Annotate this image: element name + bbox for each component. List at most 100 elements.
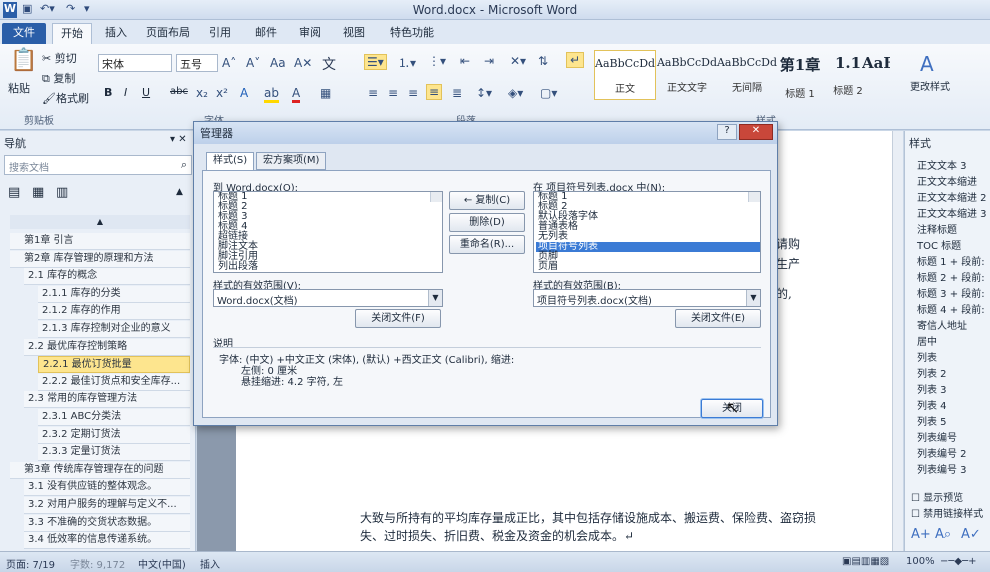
- multilevel-icon[interactable]: ⋮▾: [428, 54, 446, 68]
- distribute-icon[interactable]: ≣: [452, 86, 462, 100]
- style-list-item[interactable]: 正文文本缩进 3: [917, 205, 987, 220]
- border-icon[interactable]: ▢▾: [540, 86, 557, 100]
- font-size-box[interactable]: 五号: [176, 54, 218, 72]
- style-list-item[interactable]: 标题 2 + 段前:: [917, 269, 985, 284]
- style-list-item[interactable]: 列表编号 2: [917, 445, 967, 460]
- show-marks-icon[interactable]: ↵: [566, 52, 585, 68]
- style-list-item[interactable]: 列表编号 3: [917, 461, 967, 476]
- right-style-item[interactable]: 普通表格: [536, 222, 760, 232]
- nav-heading-item[interactable]: 第3章 传统库存管理存在的问题: [10, 461, 190, 479]
- results-view-icon[interactable]: ▥: [56, 185, 68, 200]
- style-list-item[interactable]: 正文文本缩进: [917, 173, 977, 188]
- italic-button[interactable]: I: [124, 86, 127, 99]
- style-list-item[interactable]: 列表编号: [917, 429, 957, 444]
- tab-features[interactable]: 特色功能: [384, 23, 440, 44]
- tab-view[interactable]: 视图: [338, 23, 370, 44]
- justify-icon[interactable]: ≡: [426, 84, 443, 100]
- rename-button[interactable]: 重命名(R)...: [449, 235, 525, 254]
- doc-vertical-scrollbar[interactable]: [892, 131, 903, 551]
- style-list-item[interactable]: 正文文本 3: [917, 157, 967, 172]
- highlight-icon[interactable]: ab: [264, 86, 279, 103]
- left-style-item[interactable]: 标题 1: [216, 192, 442, 202]
- tab-references[interactable]: 引用: [204, 23, 236, 44]
- style-body-text[interactable]: AaBbCcDd 正文文字: [656, 50, 718, 100]
- cut-button[interactable]: ✂ 剪切: [42, 50, 77, 66]
- style-list-item[interactable]: 标题 1 + 段前:: [917, 253, 985, 268]
- style-list-item[interactable]: 寄信人地址: [917, 317, 967, 332]
- zoom-slider[interactable]: −─◆─+: [940, 556, 977, 567]
- tab-insert[interactable]: 插入: [100, 23, 132, 44]
- nav-heading-item[interactable]: 2.1.3 库存控制对企业的意义: [38, 321, 190, 338]
- chinese-layout-icon[interactable]: ✕▾: [510, 54, 526, 68]
- subscript-icon[interactable]: x₂: [196, 86, 208, 100]
- align-right-icon[interactable]: ≡: [408, 86, 418, 100]
- nav-heading-item[interactable]: 3.3 不准确的交货状态数据。: [24, 514, 190, 532]
- bullets-icon[interactable]: ☰▾: [364, 54, 387, 70]
- style-inspector-icon[interactable]: A⌕: [935, 527, 951, 542]
- align-center-icon[interactable]: ≡: [388, 86, 398, 100]
- delete-button[interactable]: 删除(D): [449, 213, 525, 232]
- nav-heading-item[interactable]: 2.2.2 最佳订货点和安全库存...: [38, 373, 190, 391]
- paste-button[interactable]: 粘贴: [8, 80, 30, 96]
- pages-view-icon[interactable]: ▦: [32, 185, 44, 200]
- nav-heading-item[interactable]: 第1章 引言: [10, 233, 190, 250]
- numbering-icon[interactable]: ⒈▾: [398, 54, 416, 71]
- nav-close-icon[interactable]: ▾ ✕: [170, 134, 187, 145]
- new-style-icon[interactable]: A+: [911, 527, 931, 542]
- align-left-icon[interactable]: ≡: [368, 86, 378, 100]
- right-list-scrollbar[interactable]: [748, 192, 760, 202]
- style-list-item[interactable]: 列表: [917, 349, 937, 364]
- underline-button[interactable]: U: [142, 86, 150, 99]
- left-style-item[interactable]: 列出段落: [216, 262, 442, 272]
- nav-heading-item[interactable]: 2.3.3 定量订货法: [38, 444, 190, 462]
- left-scope-select[interactable]: Word.docx(文档) ▼: [213, 289, 443, 307]
- strike-button[interactable]: abc: [170, 86, 188, 97]
- increase-indent-icon[interactable]: ⇥: [484, 54, 494, 68]
- left-style-item[interactable]: 标题 3: [216, 212, 442, 222]
- status-words[interactable]: 字数: 9,172: [70, 556, 125, 571]
- right-style-item[interactable]: 页眉: [536, 262, 760, 272]
- nav-heading-item[interactable]: 3.2 对用户服务的理解与定义不...: [24, 497, 190, 514]
- nav-heading-item[interactable]: 2.2.1 最优订货批量: [38, 356, 190, 374]
- style-title[interactable]: AaB: [862, 50, 890, 100]
- style-list-item[interactable]: 标题 3 + 段前:: [917, 285, 985, 300]
- nav-heading-item[interactable]: 2.1.2 库存的作用: [38, 303, 190, 321]
- left-style-list[interactable]: 标题 1 标题 2 标题 3 标题 4 超链接 脚注文本 脚注引用 列出段落: [213, 191, 443, 273]
- change-case-icon[interactable]: Aa: [270, 56, 286, 70]
- status-language[interactable]: 中文(中国): [138, 556, 186, 571]
- copy-button[interactable]: ← 复制(C): [449, 191, 525, 210]
- view-buttons-icon[interactable]: ▣▤▥▦▧: [842, 556, 889, 567]
- decrease-indent-icon[interactable]: ⇤: [460, 54, 470, 68]
- manage-styles-icon[interactable]: A✓: [961, 527, 981, 542]
- right-style-item[interactable]: 标题 1: [536, 192, 760, 202]
- style-list-item[interactable]: 居中: [917, 333, 937, 348]
- tab-mailings[interactable]: 邮件: [250, 23, 282, 44]
- status-insert-mode[interactable]: 插入: [200, 556, 220, 571]
- text-effect-icon[interactable]: A: [240, 86, 248, 100]
- grow-font-icon[interactable]: A˄: [222, 56, 236, 70]
- left-list-scrollbar[interactable]: [430, 192, 442, 202]
- nav-heading-item[interactable]: 2.3 常用的库存管理方法: [24, 391, 190, 409]
- close-file-left-button[interactable]: 关闭文件(F): [355, 309, 441, 328]
- show-preview-checkbox[interactable]: ☐ 显示预览: [911, 489, 963, 504]
- right-scope-select[interactable]: 项目符号列表.docx(文档) ▼: [533, 289, 761, 307]
- style-heading-1[interactable]: 第1章 标题 1: [774, 50, 826, 100]
- style-list-item[interactable]: 标题 4 + 段前:: [917, 301, 985, 316]
- right-style-item[interactable]: 项目符号列表: [536, 242, 760, 252]
- nav-heading-item[interactable]: 2.2 最优库存控制策略: [24, 338, 190, 356]
- close-file-right-button[interactable]: 关闭文件(E): [675, 309, 761, 328]
- tab-macros[interactable]: 宏方案项(M): [256, 152, 327, 170]
- disable-linked-checkbox[interactable]: ☐ 禁用链接样式: [911, 505, 983, 520]
- nav-up-icon[interactable]: ▲: [176, 187, 183, 197]
- search-icon[interactable]: ⌕: [181, 158, 187, 172]
- style-list-item[interactable]: 正文文本缩进 2: [917, 189, 987, 204]
- style-heading-2[interactable]: 1.1 标题 2: [830, 50, 866, 100]
- line-spacing-icon[interactable]: ↕▾: [476, 86, 492, 100]
- shading-icon[interactable]: ◈▾: [508, 86, 523, 100]
- change-styles-icon[interactable]: A: [920, 52, 934, 76]
- style-no-spacing[interactable]: AaBbCcDd 无间隔: [716, 50, 778, 100]
- status-zoom[interactable]: 100%: [906, 556, 935, 567]
- paste-icon[interactable]: 📋: [10, 48, 37, 73]
- nav-heading-item[interactable]: 3.4 低效率的信息传递系统。: [24, 532, 190, 550]
- style-list-item[interactable]: 注释标题: [917, 221, 957, 236]
